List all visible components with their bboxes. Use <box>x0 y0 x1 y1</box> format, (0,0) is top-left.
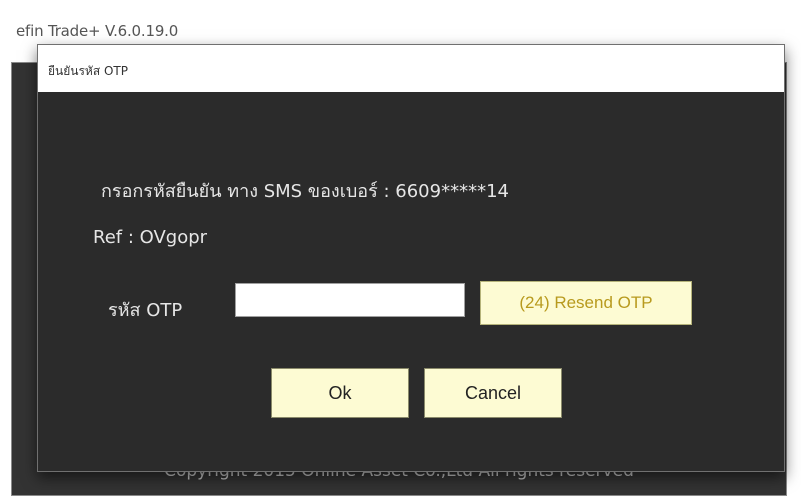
otp-dialog: ยืนยันรหัส OTP กรอกรหัสยืนยัน ทาง SMS ขอ… <box>37 44 785 472</box>
otp-dialog-titlebar[interactable]: ยืนยันรหัส OTP <box>38 45 784 92</box>
otp-input[interactable] <box>235 283 465 317</box>
sms-instruction-text: กรอกรหัสยืนยัน ทาง SMS ของเบอร์ : 6609**… <box>101 181 509 202</box>
reference-code: Ref : OVgopr <box>93 227 208 248</box>
otp-field-label: รหัส OTP <box>108 300 183 321</box>
cancel-button[interactable]: Cancel <box>424 368 562 418</box>
main-window-titlebar[interactable]: efin Trade+ V.6.0.19.0 <box>0 0 801 40</box>
resend-otp-button[interactable]: (24) Resend OTP <box>480 281 692 325</box>
main-window-title: efin Trade+ V.6.0.19.0 <box>16 22 179 40</box>
otp-dialog-title: ยืนยันรหัส OTP <box>48 64 128 78</box>
ok-button[interactable]: Ok <box>271 368 409 418</box>
